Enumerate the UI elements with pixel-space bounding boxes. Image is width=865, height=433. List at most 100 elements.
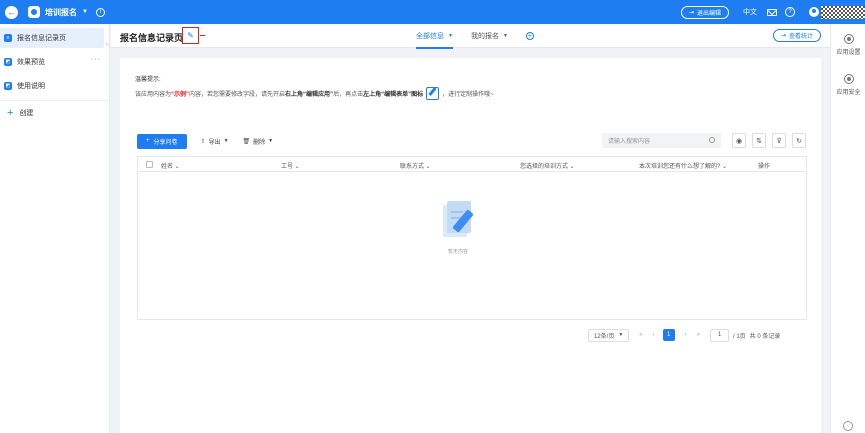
tab-my-signup[interactable]: 我的报名 ▼ <box>471 24 508 48</box>
select-all-checkbox[interactable] <box>146 160 153 168</box>
refresh-icon[interactable]: ↻ <box>792 133 806 148</box>
column-header-question[interactable]: 本次培训您还有什么想了解的? ⌄ <box>639 161 727 170</box>
empty-state: 暂无内容 <box>428 201 488 255</box>
column-header-name[interactable]: 姓名 ⌄ <box>161 161 180 170</box>
pagination: 12条/页 ▼ « ‹ 1 › » 1 / 1页 共 0 条记录 <box>588 328 780 342</box>
language-switch[interactable]: 中文 <box>743 7 757 17</box>
last-page-icon[interactable]: » <box>697 332 700 338</box>
sidebar-item-records[interactable]: ≡ 报名信息记录页 <box>0 28 104 48</box>
export-icon: ⇧ <box>200 138 206 145</box>
tip-part: 内容，若您需要修改字段，请先开启 <box>189 92 286 98</box>
avatar[interactable] <box>809 7 819 17</box>
share-label: 分享问卷 <box>153 139 178 146</box>
info-icon[interactable]: i <box>95 7 105 17</box>
view-stats-button[interactable]: ⇥ 查看统计 <box>772 29 821 42</box>
column-header-training-mode[interactable]: 您选择的培训方式 ⌄ <box>520 161 575 170</box>
app-settings-label: 应用设置 <box>836 50 861 56</box>
tip-part: 该应用内容为 <box>135 92 172 98</box>
tip-part: 后，再点击 <box>333 92 364 98</box>
page-title: 报名信息记录页 <box>120 33 184 43</box>
mail-icon[interactable] <box>767 8 777 16</box>
tip-text: 该应用内容为 “示例” 内容，若您需要修改字段，请先开启 右上角“编辑应用” 后… <box>135 87 494 100</box>
sort-icon[interactable]: ⇅ <box>752 133 766 148</box>
view-tabs: 全部信息 ▼ 我的报名 ▼ + <box>416 24 534 49</box>
exit-icon: ⇥ <box>688 9 694 16</box>
gear-icon <box>843 34 854 44</box>
chevron-down-icon: ▼ <box>618 332 624 338</box>
create-button[interactable]: + 创建 <box>0 105 109 121</box>
app-security-label: 应用安全 <box>836 90 861 96</box>
back-icon[interactable]: ← <box>5 5 18 19</box>
search-input[interactable]: 请输入搜索内容 <box>602 133 721 148</box>
chevron-down-icon: ▼ <box>448 33 453 39</box>
app-security-button[interactable]: 应用安全 <box>831 74 865 96</box>
delete-label: 删除 <box>253 139 266 146</box>
empty-text: 暂无内容 <box>447 249 468 255</box>
delete-button[interactable]: 🗑 删除 ▼ <box>243 137 274 146</box>
current-page[interactable]: 1 <box>662 329 675 341</box>
stats-icon: ⇥ <box>780 33 786 39</box>
chevron-down-icon: ▼ <box>223 138 229 144</box>
search-icon[interactable] <box>709 137 715 143</box>
tip-part: ，进行定制操作哦~ <box>442 92 494 98</box>
tab-label: 全部信息 <box>416 33 444 40</box>
tip-part: “示例” <box>171 92 190 98</box>
tip-title: 温馨提示: <box>135 77 161 83</box>
sidebar-item-label: 使用说明 <box>17 83 45 90</box>
column-header-id[interactable]: 工号 ⌄ <box>281 161 300 170</box>
prev-page-icon[interactable]: ‹ <box>653 332 655 338</box>
column-label: 您选择的培训方式 <box>520 164 569 170</box>
sidebar-item-label: 效果预览 <box>17 59 45 66</box>
plus-icon: + <box>7 107 14 119</box>
trash-icon: 🗑 <box>242 138 251 145</box>
search-placeholder: 请输入搜索内容 <box>608 139 651 145</box>
sidebar: ≡ 报名信息记录页 ◩ 效果预览 ··· ◩ 使用说明 + 创建 ‹ <box>0 24 110 433</box>
divider <box>0 100 109 101</box>
column-label: 姓名 <box>161 164 174 170</box>
exit-edit-button[interactable]: ⇥ 退出编辑 <box>680 5 729 19</box>
chart-icon: ◩ <box>4 58 12 66</box>
table-toolbar: + 分享问卷 ⇧ 导出 ▼ 🗑 删除 ▼ 请输入搜索内容 ◉ ⇅ ⊽ ↻ <box>137 133 807 149</box>
page-jump-input[interactable]: 1 <box>709 328 729 342</box>
column-header-contact[interactable]: 联系方式 ⌄ <box>400 161 431 170</box>
collapse-panel-icon[interactable]: ‹ <box>843 421 853 431</box>
sidebar-item-preview[interactable]: ◩ 效果预览 ··· <box>0 52 109 72</box>
page-size-select[interactable]: 12条/页 ▼ <box>588 328 630 342</box>
page-header: 报名信息记录页 ✎ 全部信息 ▼ 我的报名 ▼ + ⇥ 查看统计 <box>111 24 830 49</box>
tab-all-info[interactable]: 全部信息 ▼ <box>416 24 453 49</box>
share-survey-button[interactable]: + 分享问卷 <box>137 133 187 149</box>
edit-form-icon <box>426 87 440 100</box>
total-pages: / 1页 <box>732 333 746 340</box>
exit-edit-label: 退出编辑 <box>696 10 721 17</box>
empty-document-icon <box>439 201 477 243</box>
sidebar-item-label: 报名信息记录页 <box>17 35 66 42</box>
highlight-marker <box>200 35 205 36</box>
page-size-value: 12条/页 <box>594 333 615 340</box>
tab-label: 我的报名 <box>470 33 499 40</box>
app-settings-button[interactable]: 应用设置 <box>831 34 865 56</box>
help-icon[interactable]: ? <box>785 7 795 17</box>
top-bar: ← 培训报名 ▼ i ⇥ 退出编辑 中文 ? <box>0 0 865 24</box>
next-page-icon[interactable]: › <box>685 332 687 338</box>
first-page-icon[interactable]: « <box>639 332 642 338</box>
export-button[interactable]: ⇧ 导出 ▼ <box>201 137 229 146</box>
right-panel: 应用设置 应用安全 ‹ <box>830 24 865 433</box>
chevron-down-icon: ▼ <box>502 33 508 39</box>
sidebar-item-guide[interactable]: ◩ 使用说明 <box>0 76 109 96</box>
app-name[interactable]: 培训报名 <box>45 7 77 18</box>
main-content: 温馨提示: 该应用内容为 “示例” 内容，若您需要修改字段，请先开启 右上角“编… <box>120 58 821 433</box>
eye-icon[interactable]: ◉ <box>732 133 746 148</box>
column-label: 联系方式 <box>400 164 425 170</box>
shield-icon <box>843 74 854 84</box>
form-icon: ≡ <box>4 34 12 42</box>
edit-form-icon[interactable]: ✎ <box>182 27 199 44</box>
export-label: 导出 <box>208 139 221 146</box>
user-name-redacted <box>821 5 865 19</box>
collapse-sidebar-icon[interactable]: ‹ <box>106 42 110 52</box>
add-tab-icon[interactable]: + <box>525 32 534 40</box>
create-label: 创建 <box>19 110 34 117</box>
more-icon[interactable]: ··· <box>91 56 101 63</box>
chevron-down-icon[interactable]: ▼ <box>82 9 88 15</box>
filter-icon[interactable]: ⊽ <box>772 133 786 148</box>
stats-label: 查看统计 <box>788 34 813 40</box>
